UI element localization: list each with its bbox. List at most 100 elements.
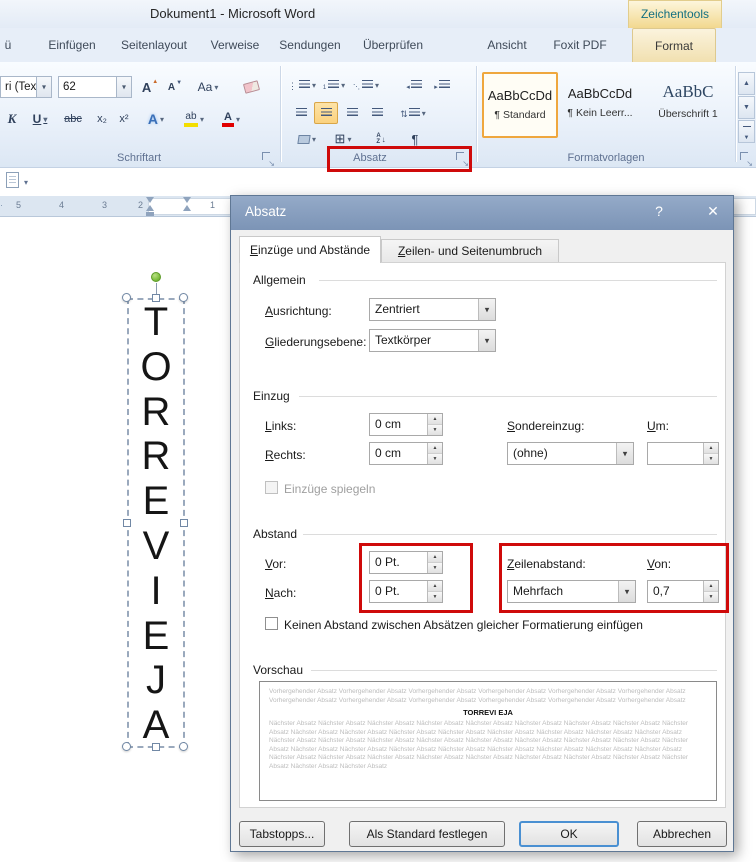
sort-button[interactable]: AZ ↓ [368, 128, 394, 150]
von-spinner[interactable]: 0,7 [647, 580, 719, 603]
dialog-tab-zeilen-und-seitenumbruch[interactable]: Zeilen- und Seitenumbruch [381, 239, 559, 263]
gliederungsebene-dropdown[interactable]: Textkörper [369, 329, 496, 352]
tab-einfuegen[interactable]: Einfügen [40, 28, 104, 62]
links-spinner[interactable]: 0 cm [369, 413, 443, 436]
tab-ansicht[interactable]: Ansicht [478, 28, 536, 62]
resize-handle-top-left[interactable] [122, 293, 131, 302]
font-size-combo[interactable]: 62 [58, 76, 132, 98]
tab-format[interactable]: Format [632, 28, 716, 62]
dialog-close-button[interactable]: ✕ [697, 203, 729, 223]
zeilenabstand-dropdown[interactable]: Mehrfach [507, 580, 636, 603]
dialog-tab-einzuege-und-abstaende[interactable]: Einzüge und Abstände [239, 236, 381, 263]
right-indent-marker-top[interactable] [183, 197, 191, 203]
multilevel-list-button[interactable] [352, 74, 380, 96]
resize-handle-middle-right[interactable] [180, 519, 188, 527]
hanging-indent-marker[interactable] [146, 205, 154, 211]
style-card-ueberschrift-1[interactable]: AaBbC Überschrift 1 [642, 72, 734, 138]
dialog-title-bar[interactable]: Absatz ? ✕ [231, 196, 733, 230]
shrink-font-button[interactable]: A▼ [164, 78, 186, 97]
styles-gallery-more-button[interactable] [738, 120, 755, 143]
tab-verweise[interactable]: Verweise [204, 28, 266, 62]
numbering-button[interactable] [320, 74, 348, 96]
dropdown-arrow-icon[interactable] [478, 299, 495, 320]
align-right-button[interactable] [341, 102, 363, 124]
resize-handle-top-right[interactable] [179, 293, 188, 302]
decrease-indent-button[interactable] [402, 74, 426, 96]
sondereinzug-dropdown[interactable]: (ohne) [507, 442, 634, 465]
change-case-button[interactable]: Aa [192, 77, 224, 97]
tab-menu-fragment[interactable]: ü [0, 28, 16, 62]
borders-button[interactable]: ⊞ [328, 128, 358, 150]
spin-up-icon[interactable] [428, 581, 442, 591]
spin-up-icon[interactable] [428, 552, 442, 562]
first-line-indent-marker[interactable] [146, 197, 154, 203]
spin-up-icon[interactable] [428, 414, 442, 424]
spin-up-icon[interactable] [704, 443, 718, 453]
style-card-standard[interactable]: AaBbCcDd ¶ Standard [482, 72, 558, 138]
spin-up-icon[interactable] [428, 443, 442, 453]
align-left-button[interactable] [290, 102, 312, 124]
tab-ueberpruefen[interactable]: Überprüfen [354, 28, 432, 62]
italic-button[interactable]: K [2, 108, 22, 130]
styles-scroll-down-button[interactable] [738, 96, 755, 119]
text-highlight-button[interactable]: ab [178, 107, 210, 131]
tab-foxit-pdf[interactable]: Foxit PDF [544, 28, 616, 62]
bullets-button[interactable] [288, 74, 316, 96]
superscript-button[interactable]: x² [114, 108, 134, 130]
subscript-button[interactable]: x₂ [92, 108, 112, 130]
dropdown-arrow-icon[interactable] [618, 581, 635, 602]
als-standard-festlegen-button[interactable]: Als Standard festlegen [349, 821, 505, 847]
font-name-dropdown-icon[interactable] [36, 77, 51, 97]
paragraph-dialog-launcher[interactable] [456, 152, 469, 165]
align-center-button[interactable] [314, 102, 338, 124]
increase-indent-button[interactable] [430, 74, 454, 96]
left-indent-marker[interactable] [146, 212, 154, 216]
page-icon[interactable] [6, 172, 19, 188]
spin-down-icon[interactable] [428, 453, 442, 464]
ausrichtung-dropdown[interactable]: Zentriert [369, 298, 496, 321]
dropdown-caret-icon[interactable] [24, 174, 28, 188]
shading-button[interactable] [292, 128, 322, 150]
underline-button[interactable]: U [26, 108, 54, 130]
font-name-combo[interactable]: ri (Textk [0, 76, 52, 98]
ok-button[interactable]: OK [519, 821, 619, 847]
styles-scroll-up-button[interactable] [738, 72, 755, 95]
resize-handle-bottom-center[interactable] [152, 743, 160, 751]
resize-handle-middle-left[interactable] [123, 519, 131, 527]
strikethrough-button[interactable]: abc [58, 108, 88, 130]
vor-spinner[interactable]: 0 Pt. [369, 551, 443, 574]
text-effects-button[interactable]: A [142, 107, 170, 131]
spin-down-icon[interactable] [704, 453, 718, 464]
justify-button[interactable] [366, 102, 388, 124]
spin-up-icon[interactable] [704, 581, 718, 591]
right-indent-marker[interactable] [183, 205, 191, 211]
font-dialog-launcher[interactable] [262, 152, 275, 165]
no-space-checkbox[interactable] [265, 617, 278, 630]
nach-spinner[interactable]: 0 Pt. [369, 580, 443, 603]
dropdown-arrow-icon[interactable] [478, 330, 495, 351]
font-color-button[interactable]: A [216, 107, 246, 131]
dropdown-arrow-icon[interactable] [616, 443, 633, 464]
spin-down-icon[interactable] [428, 424, 442, 435]
rechts-spinner[interactable]: 0 cm [369, 442, 443, 465]
spin-down-icon[interactable] [704, 591, 718, 602]
line-spacing-button[interactable] [398, 102, 428, 124]
tabstopps-button[interactable]: Tabstopps... [239, 821, 325, 847]
spin-down-icon[interactable] [428, 591, 442, 602]
tab-seitenlayout[interactable]: Seitenlayout [112, 28, 196, 62]
clear-formatting-button[interactable] [238, 77, 264, 97]
show-hide-pilcrow-button[interactable]: ¶ [404, 128, 426, 150]
rotation-handle[interactable] [151, 272, 161, 282]
um-spinner[interactable] [647, 442, 719, 465]
abbrechen-button[interactable]: Abbrechen [637, 821, 727, 847]
styles-dialog-launcher[interactable] [740, 152, 753, 165]
resize-handle-top-center[interactable] [152, 294, 160, 302]
style-card-kein-leerraum[interactable]: AaBbCcDd ¶ Kein Leerr... [562, 72, 638, 138]
grow-font-button[interactable]: A▲ [138, 77, 162, 97]
spin-down-icon[interactable] [428, 562, 442, 573]
resize-handle-bottom-left[interactable] [122, 742, 131, 751]
tab-sendungen[interactable]: Sendungen [274, 28, 346, 62]
resize-handle-bottom-right[interactable] [179, 742, 188, 751]
dialog-help-button[interactable]: ? [643, 203, 675, 223]
font-size-dropdown-icon[interactable] [116, 77, 131, 97]
